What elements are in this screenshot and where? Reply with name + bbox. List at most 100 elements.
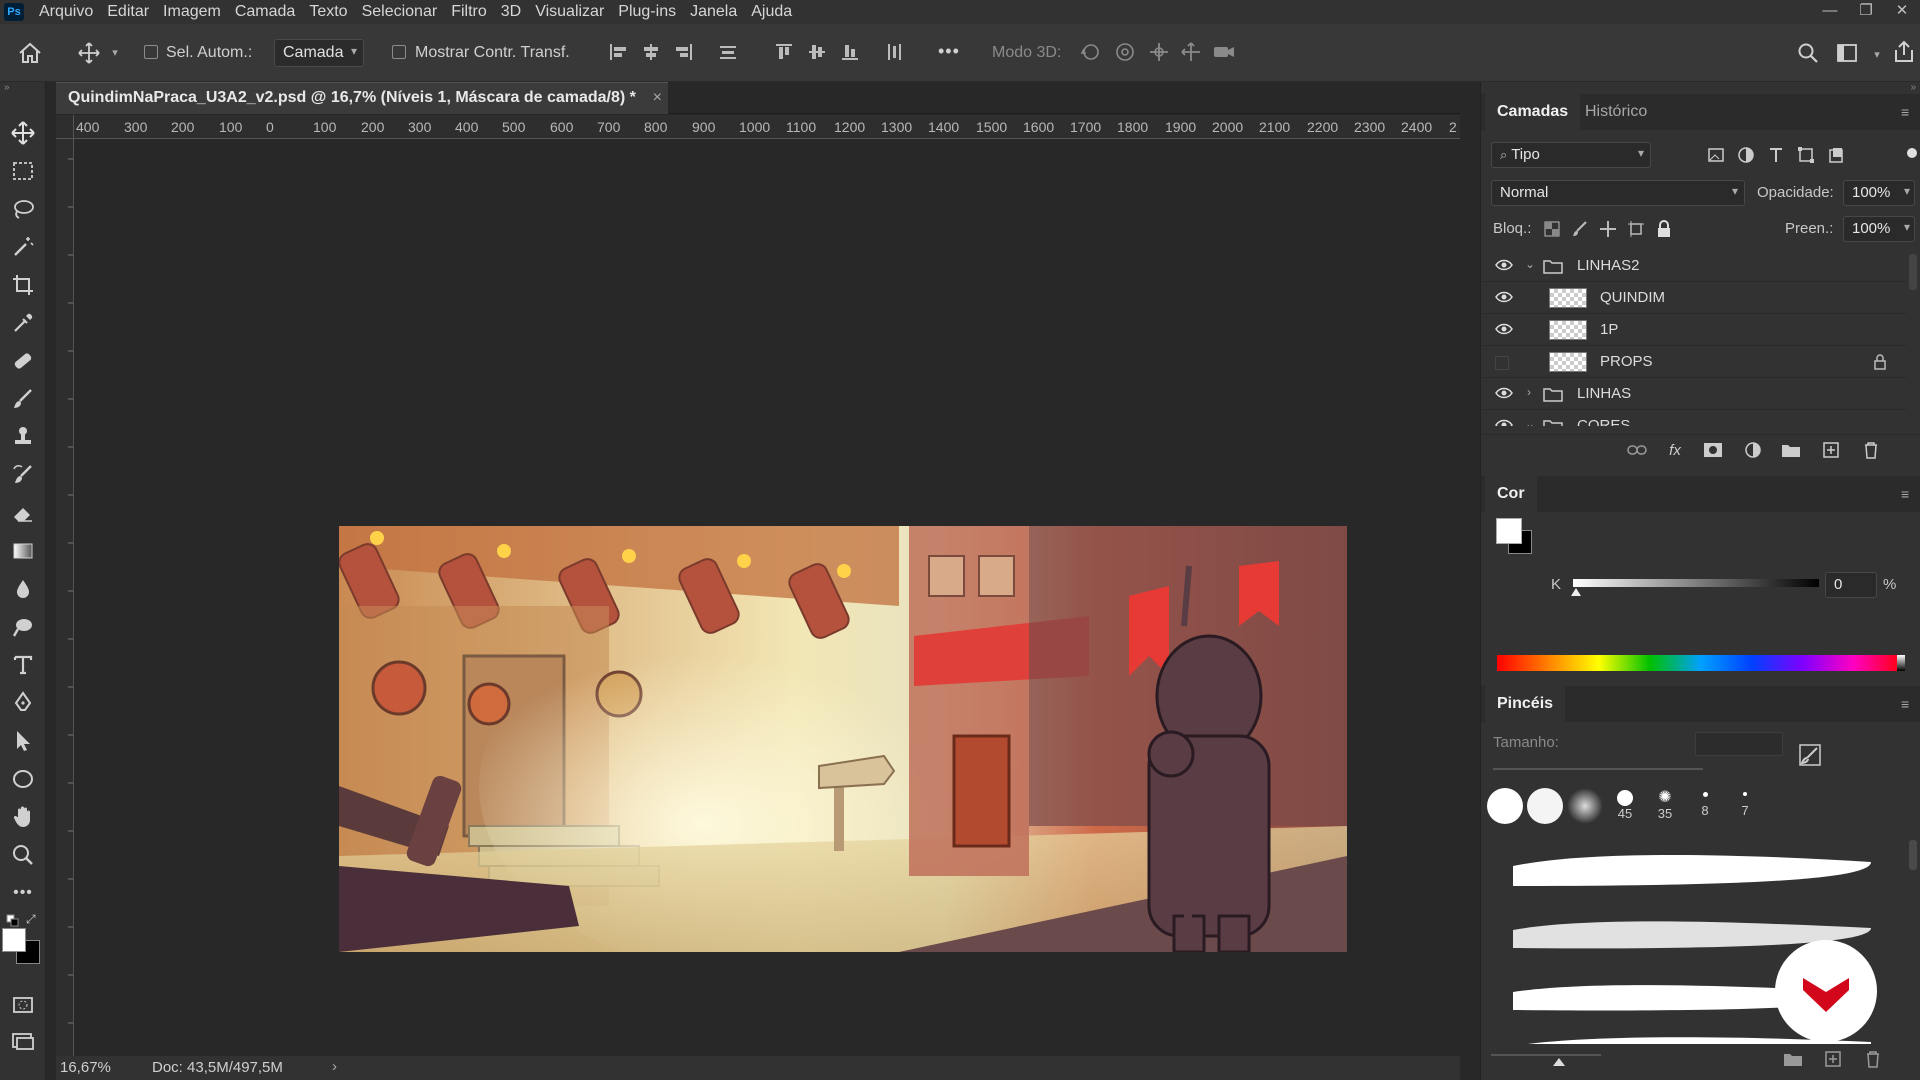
distribute-icon[interactable] <box>716 40 740 64</box>
clone-stamp-tool-icon[interactable] <box>8 422 38 452</box>
edit-toolbar-icon[interactable]: ••• <box>8 878 38 908</box>
eye-icon[interactable] <box>1495 290 1513 304</box>
collapse-panels-icon[interactable]: » <box>1910 82 1916 93</box>
minimize-button[interactable]: — <box>1812 0 1848 24</box>
search-icon[interactable] <box>1794 40 1822 66</box>
eraser-tool-icon[interactable] <box>8 498 38 528</box>
blend-mode-dropdown[interactable]: Normal ▾ <box>1491 180 1745 206</box>
grayscale-ramp[interactable] <box>1897 655 1905 671</box>
zoom-level[interactable]: 16,67% <box>60 1059 111 1076</box>
distribute-vertical-icon[interactable] <box>882 40 906 64</box>
layer-row-linhas2[interactable]: ⌄ LINHAS2 <box>1481 250 1906 282</box>
lasso-tool-icon[interactable] <box>8 194 38 224</box>
eye-icon[interactable] <box>1495 386 1513 400</box>
lock-artboard-icon[interactable] <box>1625 218 1647 240</box>
align-center-horizontal-icon[interactable] <box>639 40 663 64</box>
brush-preset-8[interactable]: 8 <box>1687 786 1723 832</box>
menu-editar[interactable]: Editar <box>100 0 156 24</box>
move-tool-preset-icon[interactable] <box>74 39 104 67</box>
menu-visualizar[interactable]: Visualizar <box>528 0 611 24</box>
tab-pinceis[interactable]: Pincéis <box>1485 686 1566 722</box>
chevron-right-icon[interactable]: › <box>1527 385 1531 399</box>
menu-plugins[interactable]: Plug-ins <box>611 0 683 24</box>
marquee-tool-icon[interactable] <box>8 156 38 186</box>
photoshop-logo-icon[interactable]: Ps <box>4 3 24 21</box>
align-top-icon[interactable] <box>772 40 796 64</box>
new-layer-icon[interactable] <box>1819 439 1843 461</box>
history-brush-tool-icon[interactable] <box>8 460 38 490</box>
ellipse-tool-icon[interactable] <box>8 764 38 794</box>
new-brush-icon[interactable] <box>1821 1048 1845 1070</box>
menu-texto[interactable]: Texto <box>302 0 354 24</box>
panel-menu-icon[interactable]: ≡ <box>1901 104 1913 120</box>
magic-wand-tool-icon[interactable] <box>8 232 38 262</box>
add-mask-icon[interactable] <box>1701 439 1725 461</box>
lock-all-icon[interactable] <box>1653 218 1675 240</box>
slider-handle[interactable] <box>1553 1058 1565 1066</box>
k-slider-track[interactable] <box>1573 579 1819 587</box>
brush-preset-hard-round-2[interactable] <box>1527 788 1563 824</box>
auto-select-checkbox[interactable] <box>144 45 158 59</box>
quick-mask-icon[interactable] <box>8 990 38 1020</box>
layer-filter-dropdown[interactable]: ⌕ Tipo ▾ <box>1491 142 1651 168</box>
path-selection-tool-icon[interactable] <box>8 726 38 756</box>
brush-preset-hard-round[interactable] <box>1487 788 1523 824</box>
artwork-image[interactable] <box>339 526 1347 952</box>
panel-menu-icon[interactable]: ≡ <box>1901 696 1913 712</box>
share-icon[interactable] <box>1890 38 1918 66</box>
menu-janela[interactable]: Janela <box>683 0 744 24</box>
menu-imagem[interactable]: Imagem <box>156 0 228 24</box>
roll-3d-icon[interactable] <box>1112 40 1138 64</box>
eye-icon[interactable] <box>1495 258 1513 272</box>
foreground-color-swatch[interactable] <box>1496 518 1522 544</box>
screen-mode-icon[interactable] <box>8 1026 38 1056</box>
menu-filtro[interactable]: Filtro <box>444 0 494 24</box>
layer-row-quindim[interactable]: QUINDIM <box>1481 282 1906 314</box>
chevron-down-icon[interactable]: ▾ <box>1870 44 1884 64</box>
k-value-input[interactable]: 0 <box>1825 572 1877 598</box>
brush-preset-35[interactable]: ✺ 35 <box>1647 786 1683 832</box>
brush-preset-7[interactable]: 7 <box>1727 786 1763 832</box>
move-tool-icon[interactable] <box>8 118 38 148</box>
pen-tool-icon[interactable] <box>8 688 38 718</box>
crop-tool-icon[interactable] <box>8 270 38 300</box>
menu-ajuda[interactable]: Ajuda <box>744 0 799 24</box>
filter-smart-object-icon[interactable] <box>1825 144 1847 166</box>
home-icon[interactable] <box>14 38 46 68</box>
layer-row-1p[interactable]: 1P <box>1481 314 1906 346</box>
align-right-icon[interactable] <box>672 40 696 64</box>
menu-selecionar[interactable]: Selecionar <box>355 0 445 24</box>
delete-brush-icon[interactable] <box>1861 1048 1885 1070</box>
status-menu-arrow[interactable]: › <box>332 1058 337 1075</box>
close-window-button[interactable]: ✕ <box>1884 0 1920 24</box>
filter-adjustment-icon[interactable] <box>1735 144 1757 166</box>
brush-settings-icon[interactable] <box>1797 742 1823 768</box>
foreground-color-swatch[interactable] <box>2 928 26 952</box>
rotate-3d-icon[interactable] <box>1078 40 1104 64</box>
chevron-down-icon[interactable]: ▾ <box>108 42 122 62</box>
menu-camada[interactable]: Camada <box>228 0 302 24</box>
collapse-arrows-icon[interactable]: » <box>4 82 10 93</box>
menu-arquivo[interactable]: Arquivo <box>32 0 100 24</box>
filter-type-icon[interactable] <box>1765 144 1787 166</box>
vertical-ruler[interactable] <box>56 139 74 1056</box>
opacity-input[interactable]: 100% ▾ <box>1843 180 1915 206</box>
k-slider-handle[interactable] <box>1571 588 1581 596</box>
filter-shape-icon[interactable] <box>1795 144 1817 166</box>
lock-image-pixels-icon[interactable] <box>1569 218 1591 240</box>
new-brush-group-icon[interactable] <box>1781 1048 1805 1070</box>
menu-3d[interactable]: 3D <box>494 0 528 24</box>
show-transform-checkbox[interactable] <box>392 45 406 59</box>
align-middle-vertical-icon[interactable] <box>805 40 829 64</box>
pan-3d-icon[interactable] <box>1146 40 1172 64</box>
zoom-tool-icon[interactable] <box>8 840 38 870</box>
brush-tool-icon[interactable] <box>8 384 38 414</box>
layer-row-linhas[interactable]: › LINHAS <box>1481 378 1906 410</box>
filter-toggle-icon[interactable] <box>1907 148 1917 158</box>
brush-preset-45[interactable]: 45 <box>1607 786 1643 832</box>
video-camera-icon[interactable] <box>1210 40 1238 64</box>
tab-historico[interactable]: Histórico <box>1573 94 1659 130</box>
default-colors-icon[interactable] <box>6 914 20 928</box>
layer-row-props[interactable]: PROPS <box>1481 346 1906 378</box>
dodge-tool-icon[interactable] <box>8 612 38 642</box>
